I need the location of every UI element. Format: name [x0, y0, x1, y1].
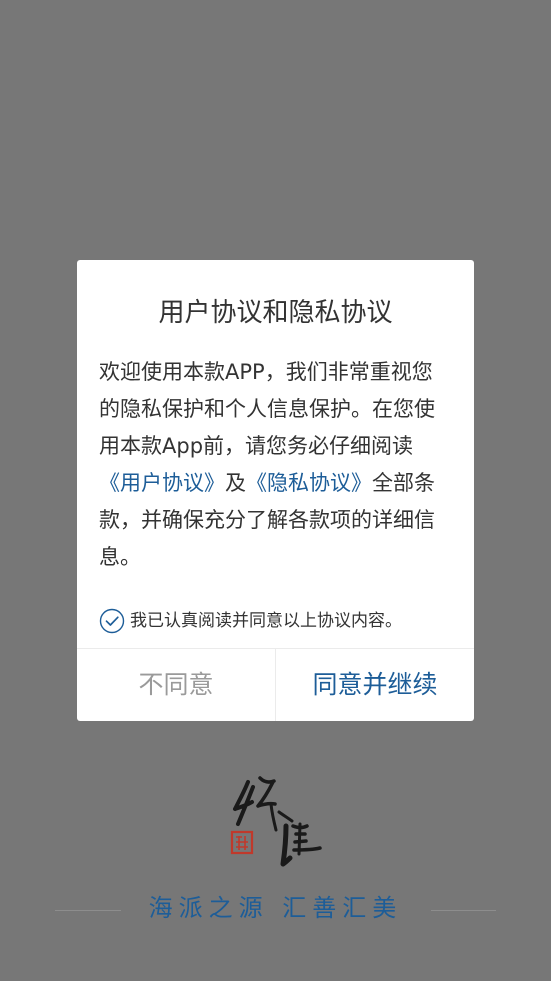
dialog-actions: 不同意 同意并继续	[77, 648, 474, 721]
body-conjunction: 及	[225, 471, 246, 495]
slogan-divider-right	[431, 910, 496, 911]
consent-label: 我已认真阅读并同意以上协议内容。	[130, 611, 402, 631]
consent-row[interactable]: 我已认真阅读并同意以上协议内容。	[99, 608, 402, 634]
calligraphy-logo-icon: 红淮	[230, 776, 322, 867]
agreement-dialog: 用户协议和隐私协议 欢迎使用本款APP，我们非常重视您的隐私保护和个人信息保护。…	[77, 260, 474, 721]
brand-section: 红淮 海派之源 汇善汇美	[0, 770, 551, 930]
user-agreement-link[interactable]: 《用户协议》	[99, 471, 225, 495]
dialog-body: 欢迎使用本款APP，我们非常重视您的隐私保护和个人信息保护。在您使用本款App前…	[99, 354, 444, 576]
checkmark-circle-icon[interactable]	[99, 608, 125, 634]
brand-slogan: 海派之源 汇善汇美	[148, 894, 403, 922]
privacy-agreement-link[interactable]: 《隐私协议》	[246, 471, 372, 495]
body-intro: 欢迎使用本款APP，我们非常重视您的隐私保护和个人信息保护。在您使用本款App前…	[99, 360, 435, 458]
agree-and-continue-button[interactable]: 同意并继续	[276, 649, 474, 721]
disagree-button[interactable]: 不同意	[77, 649, 276, 721]
dialog-title: 用户协议和隐私协议	[158, 298, 393, 328]
